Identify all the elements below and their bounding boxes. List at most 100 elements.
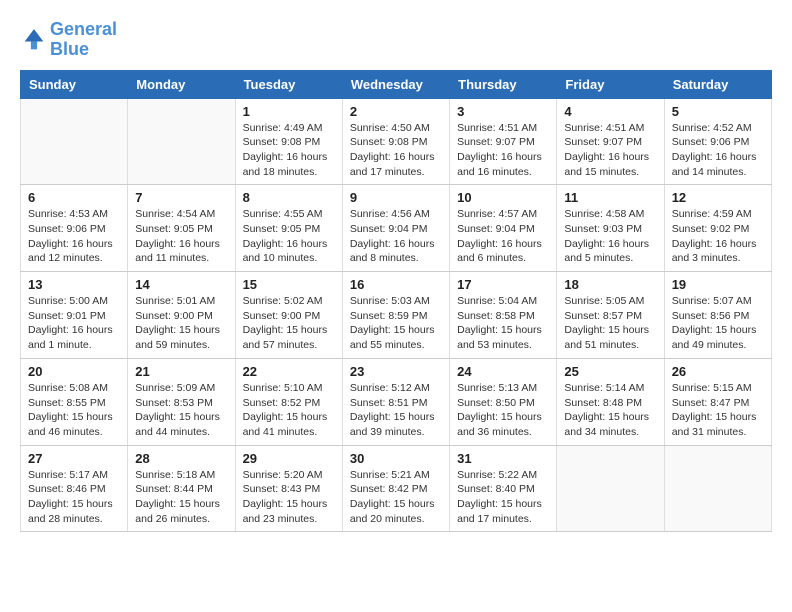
day-number: 2 [350,104,442,119]
day-cell-18: 18Sunrise: 5:05 AM Sunset: 8:57 PM Dayli… [557,272,664,359]
day-info: Sunrise: 5:15 AM Sunset: 8:47 PM Dayligh… [672,381,764,440]
logo: General Blue [20,20,117,60]
day-number: 4 [564,104,656,119]
day-cell-30: 30 Sunrise: 5:21 AM Sunset: 8:42 PM Dayli… [342,445,449,532]
day-cell-15: 15 Sunrise: 5:02 AM Sunset: 9:00 PM Dayli… [235,272,342,359]
week-row-2: 6 Sunrise: 4:53 AM Sunset: 9:06 PM Daylig… [21,185,772,272]
day-number: 24 [457,364,549,379]
day-info: Sunrise: 5:12 AM Sunset: 8:51 PM Dayligh… [350,381,442,440]
empty-cell [21,98,128,185]
weekday-header-saturday: Saturday [664,70,771,98]
day-cell-11: 11Sunrise: 4:58 AM Sunset: 9:03 PM Dayli… [557,185,664,272]
day-cell-3: 3 Sunrise: 4:51 AM Sunset: 9:07 PM Daylig… [450,98,557,185]
day-info: Sunrise: 4:53 AM Sunset: 9:06 PM Dayligh… [28,207,120,266]
weekday-header-tuesday: Tuesday [235,70,342,98]
day-cell-1: 1 Sunrise: 4:49 AM Sunset: 9:08 PM Daylig… [235,98,342,185]
day-number: 22 [243,364,335,379]
day-info: Sunrise: 5:04 AM Sunset: 8:58 PM Dayligh… [457,294,549,353]
day-number: 11 [564,190,656,205]
day-info: Sunrise: 5:13 AM Sunset: 8:50 PM Dayligh… [457,381,549,440]
day-cell-2: 2Sunrise: 4:50 AM Sunset: 9:08 PM Daylig… [342,98,449,185]
day-number: 19 [672,277,764,292]
day-number: 17 [457,277,549,292]
day-cell-12: 12 Sunrise: 4:59 AM Sunset: 9:02 PM Dayli… [664,185,771,272]
day-info: Sunrise: 5:07 AM Sunset: 8:56 PM Dayligh… [672,294,764,353]
day-cell-28: 28 Sunrise: 5:18 AM Sunset: 8:44 PM Dayli… [128,445,235,532]
day-info: Sunrise: 4:52 AM Sunset: 9:06 PM Dayligh… [672,121,764,180]
day-number: 12 [672,190,764,205]
weekday-header-thursday: Thursday [450,70,557,98]
day-info: Sunrise: 5:17 AM Sunset: 8:46 PM Dayligh… [28,468,120,527]
day-info: Sunrise: 5:02 AM Sunset: 9:00 PM Dayligh… [243,294,335,353]
logo-icon [20,26,48,54]
day-cell-27: 27 Sunrise: 5:17 AM Sunset: 8:46 PM Dayli… [21,445,128,532]
day-number: 6 [28,190,120,205]
day-info: Sunrise: 5:10 AM Sunset: 8:52 PM Dayligh… [243,381,335,440]
day-cell-26: 26 Sunrise: 5:15 AM Sunset: 8:47 PM Dayli… [664,358,771,445]
empty-cell [664,445,771,532]
day-cell-20: 20 Sunrise: 5:08 AM Sunset: 8:55 PM Dayli… [21,358,128,445]
day-cell-19: 19 Sunrise: 5:07 AM Sunset: 8:56 PM Dayli… [664,272,771,359]
day-cell-21: 21Sunrise: 5:09 AM Sunset: 8:53 PM Dayli… [128,358,235,445]
day-cell-14: 14Sunrise: 5:01 AM Sunset: 9:00 PM Dayli… [128,272,235,359]
day-info: Sunrise: 5:00 AM Sunset: 9:01 PM Dayligh… [28,294,120,353]
day-cell-4: 4 Sunrise: 4:51 AM Sunset: 9:07 PM Daylig… [557,98,664,185]
day-info: Sunrise: 4:51 AM Sunset: 9:07 PM Dayligh… [564,121,656,180]
day-cell-10: 10 Sunrise: 4:57 AM Sunset: 9:04 PM Dayli… [450,185,557,272]
day-cell-6: 6 Sunrise: 4:53 AM Sunset: 9:06 PM Daylig… [21,185,128,272]
day-number: 1 [243,104,335,119]
day-number: 20 [28,364,120,379]
day-cell-5: 5 Sunrise: 4:52 AM Sunset: 9:06 PM Daylig… [664,98,771,185]
day-info: Sunrise: 5:08 AM Sunset: 8:55 PM Dayligh… [28,381,120,440]
day-cell-16: 16Sunrise: 5:03 AM Sunset: 8:59 PM Dayli… [342,272,449,359]
day-info: Sunrise: 5:22 AM Sunset: 8:40 PM Dayligh… [457,468,549,527]
day-info: Sunrise: 5:14 AM Sunset: 8:48 PM Dayligh… [564,381,656,440]
week-row-3: 13 Sunrise: 5:00 AM Sunset: 9:01 PM Dayli… [21,272,772,359]
logo-text: General Blue [50,20,117,60]
weekday-header-monday: Monday [128,70,235,98]
day-cell-31: 31 Sunrise: 5:22 AM Sunset: 8:40 PM Dayli… [450,445,557,532]
day-cell-17: 17 Sunrise: 5:04 AM Sunset: 8:58 PM Dayli… [450,272,557,359]
day-number: 15 [243,277,335,292]
day-number: 13 [28,277,120,292]
day-number: 21 [135,364,227,379]
weekday-header-sunday: Sunday [21,70,128,98]
day-number: 28 [135,451,227,466]
day-number: 30 [350,451,442,466]
day-number: 26 [672,364,764,379]
day-info: Sunrise: 4:49 AM Sunset: 9:08 PM Dayligh… [243,121,335,180]
calendar-table: SundayMondayTuesdayWednesdayThursdayFrid… [20,70,772,533]
day-info: Sunrise: 4:59 AM Sunset: 9:02 PM Dayligh… [672,207,764,266]
day-info: Sunrise: 4:54 AM Sunset: 9:05 PM Dayligh… [135,207,227,266]
header: General Blue [20,20,772,60]
day-number: 10 [457,190,549,205]
day-cell-23: 23 Sunrise: 5:12 AM Sunset: 8:51 PM Dayli… [342,358,449,445]
day-info: Sunrise: 5:21 AM Sunset: 8:42 PM Dayligh… [350,468,442,527]
week-row-1: 1 Sunrise: 4:49 AM Sunset: 9:08 PM Daylig… [21,98,772,185]
day-cell-22: 22 Sunrise: 5:10 AM Sunset: 8:52 PM Dayli… [235,358,342,445]
page: General Blue SundayMondayTuesdayWednesda… [0,0,792,552]
day-info: Sunrise: 4:51 AM Sunset: 9:07 PM Dayligh… [457,121,549,180]
day-number: 25 [564,364,656,379]
day-cell-25: 25 Sunrise: 5:14 AM Sunset: 8:48 PM Dayli… [557,358,664,445]
day-number: 31 [457,451,549,466]
day-cell-13: 13 Sunrise: 5:00 AM Sunset: 9:01 PM Dayli… [21,272,128,359]
day-number: 8 [243,190,335,205]
day-number: 23 [350,364,442,379]
day-number: 18 [564,277,656,292]
day-cell-29: 29Sunrise: 5:20 AM Sunset: 8:43 PM Dayli… [235,445,342,532]
empty-cell [128,98,235,185]
day-info: Sunrise: 5:20 AM Sunset: 8:43 PM Dayligh… [243,468,335,527]
day-number: 14 [135,277,227,292]
weekday-header-friday: Friday [557,70,664,98]
day-cell-7: 7Sunrise: 4:54 AM Sunset: 9:05 PM Daylig… [128,185,235,272]
day-number: 3 [457,104,549,119]
day-cell-9: 9Sunrise: 4:56 AM Sunset: 9:04 PM Daylig… [342,185,449,272]
day-info: Sunrise: 4:56 AM Sunset: 9:04 PM Dayligh… [350,207,442,266]
day-info: Sunrise: 5:03 AM Sunset: 8:59 PM Dayligh… [350,294,442,353]
day-number: 5 [672,104,764,119]
day-info: Sunrise: 5:18 AM Sunset: 8:44 PM Dayligh… [135,468,227,527]
day-info: Sunrise: 4:57 AM Sunset: 9:04 PM Dayligh… [457,207,549,266]
day-cell-8: 8Sunrise: 4:55 AM Sunset: 9:05 PM Daylig… [235,185,342,272]
day-number: 27 [28,451,120,466]
